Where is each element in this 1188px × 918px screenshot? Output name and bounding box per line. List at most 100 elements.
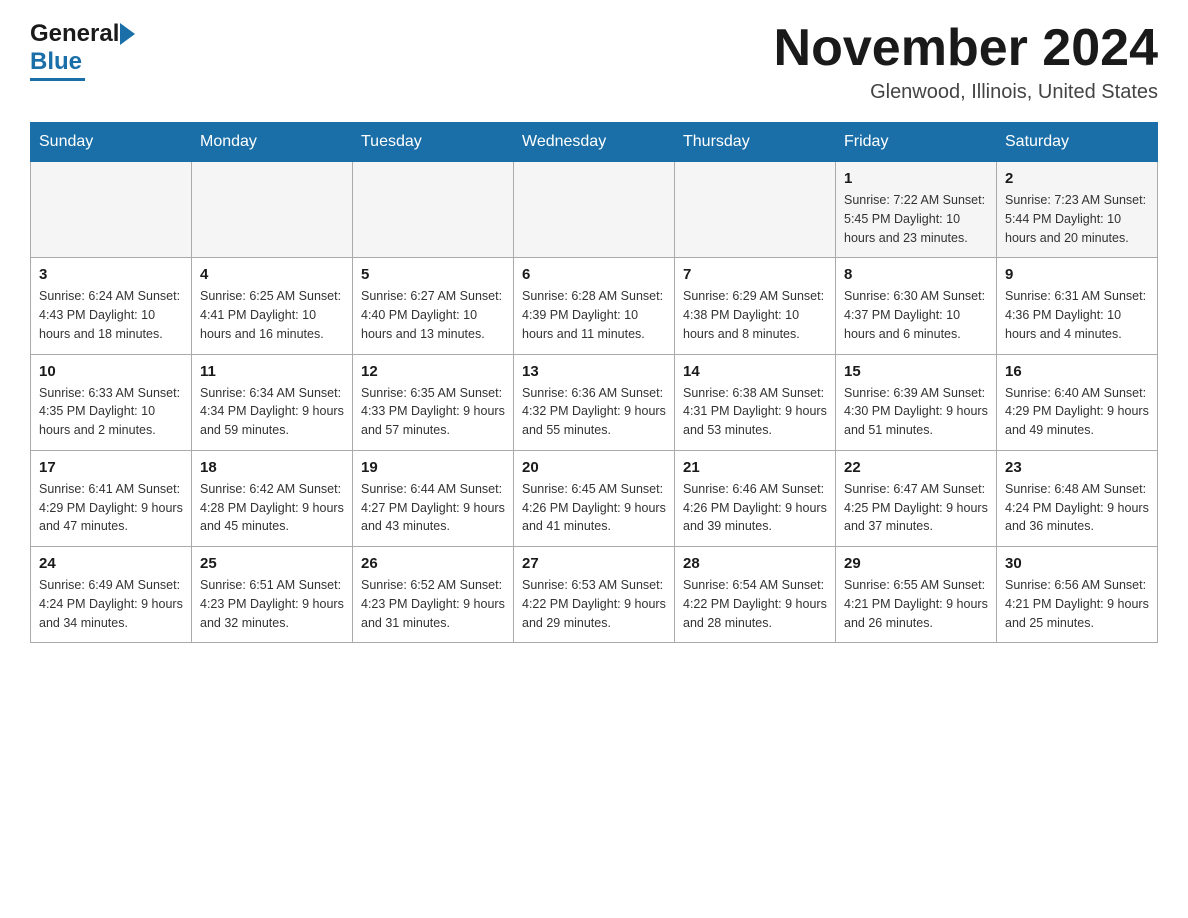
day-info: Sunrise: 6:39 AM Sunset: 4:30 PM Dayligh…: [844, 384, 988, 440]
day-info: Sunrise: 7:23 AM Sunset: 5:44 PM Dayligh…: [1005, 191, 1149, 247]
day-number: 8: [844, 266, 988, 283]
day-info: Sunrise: 6:34 AM Sunset: 4:34 PM Dayligh…: [200, 384, 344, 440]
day-info: Sunrise: 7:22 AM Sunset: 5:45 PM Dayligh…: [844, 191, 988, 247]
day-number: 15: [844, 363, 988, 380]
calendar-cell: [675, 162, 836, 258]
calendar-cell: 16 Sunrise: 6:40 AM Sunset: 4:29 PM Dayli…: [997, 354, 1158, 450]
day-number: 11: [200, 363, 344, 380]
day-info: Sunrise: 6:46 AM Sunset: 4:26 PM Dayligh…: [683, 480, 827, 536]
calendar-cell: 7 Sunrise: 6:29 AM Sunset: 4:38 PM Daylig…: [675, 258, 836, 354]
calendar-cell: 4Sunrise: 6:25 AM Sunset: 4:41 PM Daylig…: [192, 258, 353, 354]
day-info: Sunrise: 6:27 AM Sunset: 4:40 PM Dayligh…: [361, 287, 505, 343]
day-number: 19: [361, 459, 505, 476]
day-info: Sunrise: 6:42 AM Sunset: 4:28 PM Dayligh…: [200, 480, 344, 536]
day-info: Sunrise: 6:48 AM Sunset: 4:24 PM Dayligh…: [1005, 480, 1149, 536]
day-number: 5: [361, 266, 505, 283]
day-info: Sunrise: 6:52 AM Sunset: 4:23 PM Dayligh…: [361, 576, 505, 632]
calendar-cell: 22Sunrise: 6:47 AM Sunset: 4:25 PM Dayli…: [836, 450, 997, 546]
calendar-week-row: 10 Sunrise: 6:33 AM Sunset: 4:35 PM Dayli…: [31, 354, 1158, 450]
day-info: Sunrise: 6:38 AM Sunset: 4:31 PM Dayligh…: [683, 384, 827, 440]
calendar-cell: 5 Sunrise: 6:27 AM Sunset: 4:40 PM Daylig…: [353, 258, 514, 354]
day-number: 3: [39, 266, 183, 283]
calendar-cell: 13 Sunrise: 6:36 AM Sunset: 4:32 PM Dayli…: [514, 354, 675, 450]
day-number: 7: [683, 266, 827, 283]
weekday-header-sunday: Sunday: [31, 123, 192, 162]
calendar-cell: 8 Sunrise: 6:30 AM Sunset: 4:37 PM Daylig…: [836, 258, 997, 354]
day-info: Sunrise: 6:31 AM Sunset: 4:36 PM Dayligh…: [1005, 287, 1149, 343]
day-info: Sunrise: 6:51 AM Sunset: 4:23 PM Dayligh…: [200, 576, 344, 632]
calendar-cell: 9 Sunrise: 6:31 AM Sunset: 4:36 PM Daylig…: [997, 258, 1158, 354]
calendar-cell: 27 Sunrise: 6:53 AM Sunset: 4:22 PM Dayli…: [514, 547, 675, 643]
calendar-cell: 3Sunrise: 6:24 AM Sunset: 4:43 PM Daylig…: [31, 258, 192, 354]
calendar-cell: 14 Sunrise: 6:38 AM Sunset: 4:31 PM Dayli…: [675, 354, 836, 450]
day-info: Sunrise: 6:41 AM Sunset: 4:29 PM Dayligh…: [39, 480, 183, 536]
day-number: 12: [361, 363, 505, 380]
calendar-cell: 18Sunrise: 6:42 AM Sunset: 4:28 PM Dayli…: [192, 450, 353, 546]
day-info: Sunrise: 6:33 AM Sunset: 4:35 PM Dayligh…: [39, 384, 183, 440]
location-text: Glenwood, Illinois, United States: [774, 81, 1158, 104]
day-info: Sunrise: 6:55 AM Sunset: 4:21 PM Dayligh…: [844, 576, 988, 632]
calendar-cell: 10 Sunrise: 6:33 AM Sunset: 4:35 PM Dayli…: [31, 354, 192, 450]
weekday-header-monday: Monday: [192, 123, 353, 162]
day-number: 21: [683, 459, 827, 476]
calendar-cell: 2 Sunrise: 7:23 AM Sunset: 5:44 PM Daylig…: [997, 162, 1158, 258]
day-info: Sunrise: 6:49 AM Sunset: 4:24 PM Dayligh…: [39, 576, 183, 632]
month-title: November 2024: [774, 20, 1158, 77]
calendar-week-row: 3Sunrise: 6:24 AM Sunset: 4:43 PM Daylig…: [31, 258, 1158, 354]
day-info: Sunrise: 6:29 AM Sunset: 4:38 PM Dayligh…: [683, 287, 827, 343]
calendar-cell: 28 Sunrise: 6:54 AM Sunset: 4:22 PM Dayli…: [675, 547, 836, 643]
title-area: November 2024 Glenwood, Illinois, United…: [774, 20, 1158, 104]
calendar-cell: 20 Sunrise: 6:45 AM Sunset: 4:26 PM Dayli…: [514, 450, 675, 546]
calendar-cell: 25 Sunrise: 6:51 AM Sunset: 4:23 PM Dayli…: [192, 547, 353, 643]
day-info: Sunrise: 6:53 AM Sunset: 4:22 PM Dayligh…: [522, 576, 666, 632]
day-number: 28: [683, 555, 827, 572]
calendar-week-row: 17 Sunrise: 6:41 AM Sunset: 4:29 PM Dayli…: [31, 450, 1158, 546]
day-number: 25: [200, 555, 344, 572]
day-number: 20: [522, 459, 666, 476]
calendar-cell: [31, 162, 192, 258]
weekday-header-row: SundayMondayTuesdayWednesdayThursdayFrid…: [31, 123, 1158, 162]
calendar-week-row: 1Sunrise: 7:22 AM Sunset: 5:45 PM Daylig…: [31, 162, 1158, 258]
weekday-header-friday: Friday: [836, 123, 997, 162]
weekday-header-thursday: Thursday: [675, 123, 836, 162]
day-number: 10: [39, 363, 183, 380]
calendar-cell: 11 Sunrise: 6:34 AM Sunset: 4:34 PM Dayli…: [192, 354, 353, 450]
day-number: 26: [361, 555, 505, 572]
weekday-header-wednesday: Wednesday: [514, 123, 675, 162]
calendar-cell: [353, 162, 514, 258]
day-number: 9: [1005, 266, 1149, 283]
calendar-cell: 21 Sunrise: 6:46 AM Sunset: 4:26 PM Dayli…: [675, 450, 836, 546]
day-number: 17: [39, 459, 183, 476]
day-number: 14: [683, 363, 827, 380]
calendar-cell: [514, 162, 675, 258]
logo-triangle-icon: [120, 23, 135, 45]
day-info: Sunrise: 6:44 AM Sunset: 4:27 PM Dayligh…: [361, 480, 505, 536]
calendar-cell: 17 Sunrise: 6:41 AM Sunset: 4:29 PM Dayli…: [31, 450, 192, 546]
day-number: 22: [844, 459, 988, 476]
calendar-cell: 26 Sunrise: 6:52 AM Sunset: 4:23 PM Dayli…: [353, 547, 514, 643]
day-info: Sunrise: 6:40 AM Sunset: 4:29 PM Dayligh…: [1005, 384, 1149, 440]
weekday-header-saturday: Saturday: [997, 123, 1158, 162]
calendar-cell: 19 Sunrise: 6:44 AM Sunset: 4:27 PM Dayli…: [353, 450, 514, 546]
logo-underline: [30, 78, 85, 81]
day-info: Sunrise: 6:30 AM Sunset: 4:37 PM Dayligh…: [844, 287, 988, 343]
day-number: 16: [1005, 363, 1149, 380]
day-number: 2: [1005, 170, 1149, 187]
day-number: 4: [200, 266, 344, 283]
calendar-cell: 1Sunrise: 7:22 AM Sunset: 5:45 PM Daylig…: [836, 162, 997, 258]
day-info: Sunrise: 6:45 AM Sunset: 4:26 PM Dayligh…: [522, 480, 666, 536]
calendar-week-row: 24Sunrise: 6:49 AM Sunset: 4:24 PM Dayli…: [31, 547, 1158, 643]
day-number: 23: [1005, 459, 1149, 476]
calendar-cell: 30 Sunrise: 6:56 AM Sunset: 4:21 PM Dayli…: [997, 547, 1158, 643]
day-number: 29: [844, 555, 988, 572]
calendar-cell: 6Sunrise: 6:28 AM Sunset: 4:39 PM Daylig…: [514, 258, 675, 354]
page-header: General Blue November 2024 Glenwood, Ill…: [30, 20, 1158, 104]
day-info: Sunrise: 6:54 AM Sunset: 4:22 PM Dayligh…: [683, 576, 827, 632]
day-info: Sunrise: 6:56 AM Sunset: 4:21 PM Dayligh…: [1005, 576, 1149, 632]
day-number: 13: [522, 363, 666, 380]
day-number: 30: [1005, 555, 1149, 572]
weekday-header-tuesday: Tuesday: [353, 123, 514, 162]
day-info: Sunrise: 6:36 AM Sunset: 4:32 PM Dayligh…: [522, 384, 666, 440]
day-number: 27: [522, 555, 666, 572]
logo-blue-text: Blue: [30, 48, 82, 76]
